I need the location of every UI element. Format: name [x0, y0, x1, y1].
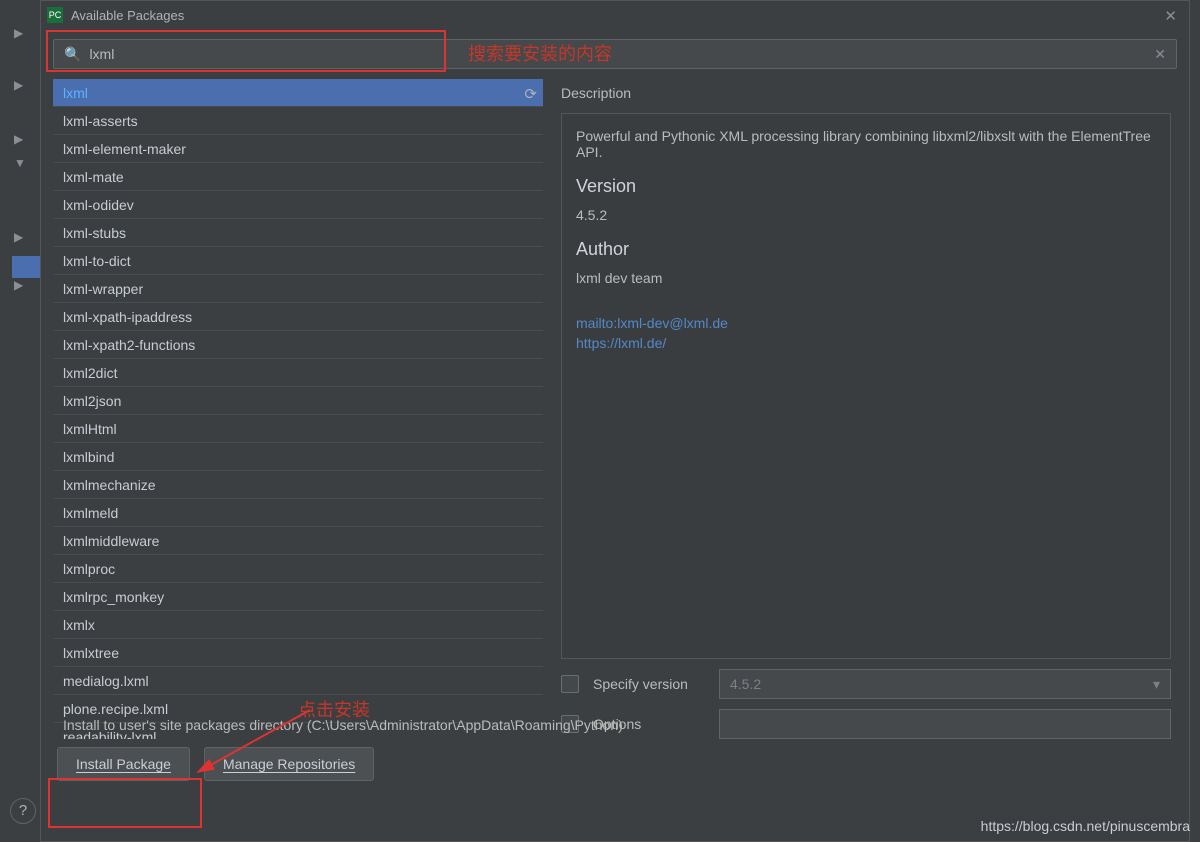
- specify-version-row: Specify version 4.5.2 ▾: [561, 669, 1171, 699]
- mailto-link[interactable]: mailto:lxml-dev@lxml.de: [576, 314, 1156, 334]
- package-row[interactable]: medialog.lxml: [53, 667, 543, 695]
- package-row[interactable]: lxml-element-maker: [53, 135, 543, 163]
- dialog-title: Available Packages: [71, 8, 184, 23]
- author-heading: Author: [576, 239, 1156, 260]
- install-to-user-dir-row: Install to user's site packages director…: [53, 717, 1177, 733]
- tree-expand-icon: ▶: [14, 26, 40, 40]
- search-input[interactable]: [89, 46, 1154, 62]
- tree-expand-icon: ▶: [14, 78, 40, 92]
- specify-version-label: Specify version: [593, 676, 705, 692]
- reload-icon[interactable]: ⟳: [524, 85, 537, 103]
- package-row[interactable]: lxml-stubs: [53, 219, 543, 247]
- package-row[interactable]: lxml-xpath-ipaddress: [53, 303, 543, 331]
- package-row[interactable]: lxmlHtml: [53, 415, 543, 443]
- version-value: 4.5.2: [576, 207, 1156, 223]
- package-row[interactable]: lxml2json: [53, 387, 543, 415]
- search-icon: 🔍: [64, 46, 81, 63]
- app-icon: PC: [47, 7, 63, 23]
- homepage-link[interactable]: https://lxml.de/: [576, 334, 1156, 354]
- background-sidebar: ▶ ▶ ▶ ▼ ▶ ▶ ▶: [0, 0, 40, 842]
- package-row[interactable]: lxml-mate: [53, 163, 543, 191]
- selected-bg-item: [12, 256, 40, 278]
- package-row[interactable]: lxml-asserts: [53, 107, 543, 135]
- tree-expand-icon: ▶: [14, 278, 40, 292]
- tree-expand-icon: ▶: [14, 230, 40, 244]
- version-select-value: 4.5.2: [730, 676, 761, 692]
- clear-search-icon[interactable]: ✕: [1154, 46, 1166, 63]
- specify-version-checkbox[interactable]: [561, 675, 579, 693]
- package-row[interactable]: lxmlx: [53, 611, 543, 639]
- tree-expand-icon: ▼: [14, 156, 40, 170]
- dialog-titlebar: PC Available Packages ✕: [41, 1, 1189, 29]
- package-row[interactable]: lxml-xpath2-functions: [53, 331, 543, 359]
- install-package-button[interactable]: Install Package: [57, 747, 190, 781]
- package-row[interactable]: lxml-odidev: [53, 191, 543, 219]
- package-row[interactable]: lxmlproc: [53, 555, 543, 583]
- package-row[interactable]: lxmlmeld: [53, 499, 543, 527]
- package-row[interactable]: lxmlxtree: [53, 639, 543, 667]
- description-text: Powerful and Pythonic XML processing lib…: [561, 113, 1171, 659]
- package-row[interactable]: lxml-wrapper: [53, 275, 543, 303]
- manage-repositories-button[interactable]: Manage Repositories: [204, 747, 374, 781]
- tree-expand-icon: ▶: [14, 132, 40, 146]
- close-icon[interactable]: ✕: [1164, 7, 1177, 25]
- package-row[interactable]: lxmlbind: [53, 443, 543, 471]
- version-select[interactable]: 4.5.2 ▾: [719, 669, 1171, 699]
- package-row[interactable]: lxmlrpc_monkey: [53, 583, 543, 611]
- author-value: lxml dev team: [576, 270, 1156, 286]
- search-box: 🔍 ✕: [53, 39, 1177, 69]
- search-row: 🔍 ✕: [41, 29, 1189, 79]
- package-row[interactable]: lxmlmechanize: [53, 471, 543, 499]
- watermark-text: https://blog.csdn.net/pinuscembra: [981, 818, 1190, 834]
- package-row[interactable]: lxml2dict: [53, 359, 543, 387]
- install-user-dir-label: Install to user's site packages director…: [63, 717, 623, 733]
- package-row[interactable]: lxml-to-dict: [53, 247, 543, 275]
- chevron-down-icon: ▾: [1153, 676, 1160, 693]
- package-summary: Powerful and Pythonic XML processing lib…: [576, 128, 1156, 160]
- package-list: ⟳ lxmllxml-assertslxml-element-makerlxml…: [53, 79, 543, 739]
- description-label: Description: [561, 85, 1171, 101]
- version-heading: Version: [576, 176, 1156, 197]
- available-packages-dialog: PC Available Packages ✕ 🔍 ✕ ⟳ lxmllxml-a…: [40, 0, 1190, 842]
- package-row[interactable]: lxml: [53, 79, 543, 107]
- package-row[interactable]: lxmlmiddleware: [53, 527, 543, 555]
- help-icon[interactable]: ?: [10, 798, 36, 824]
- package-detail-panel: Description Powerful and Pythonic XML pr…: [543, 79, 1189, 739]
